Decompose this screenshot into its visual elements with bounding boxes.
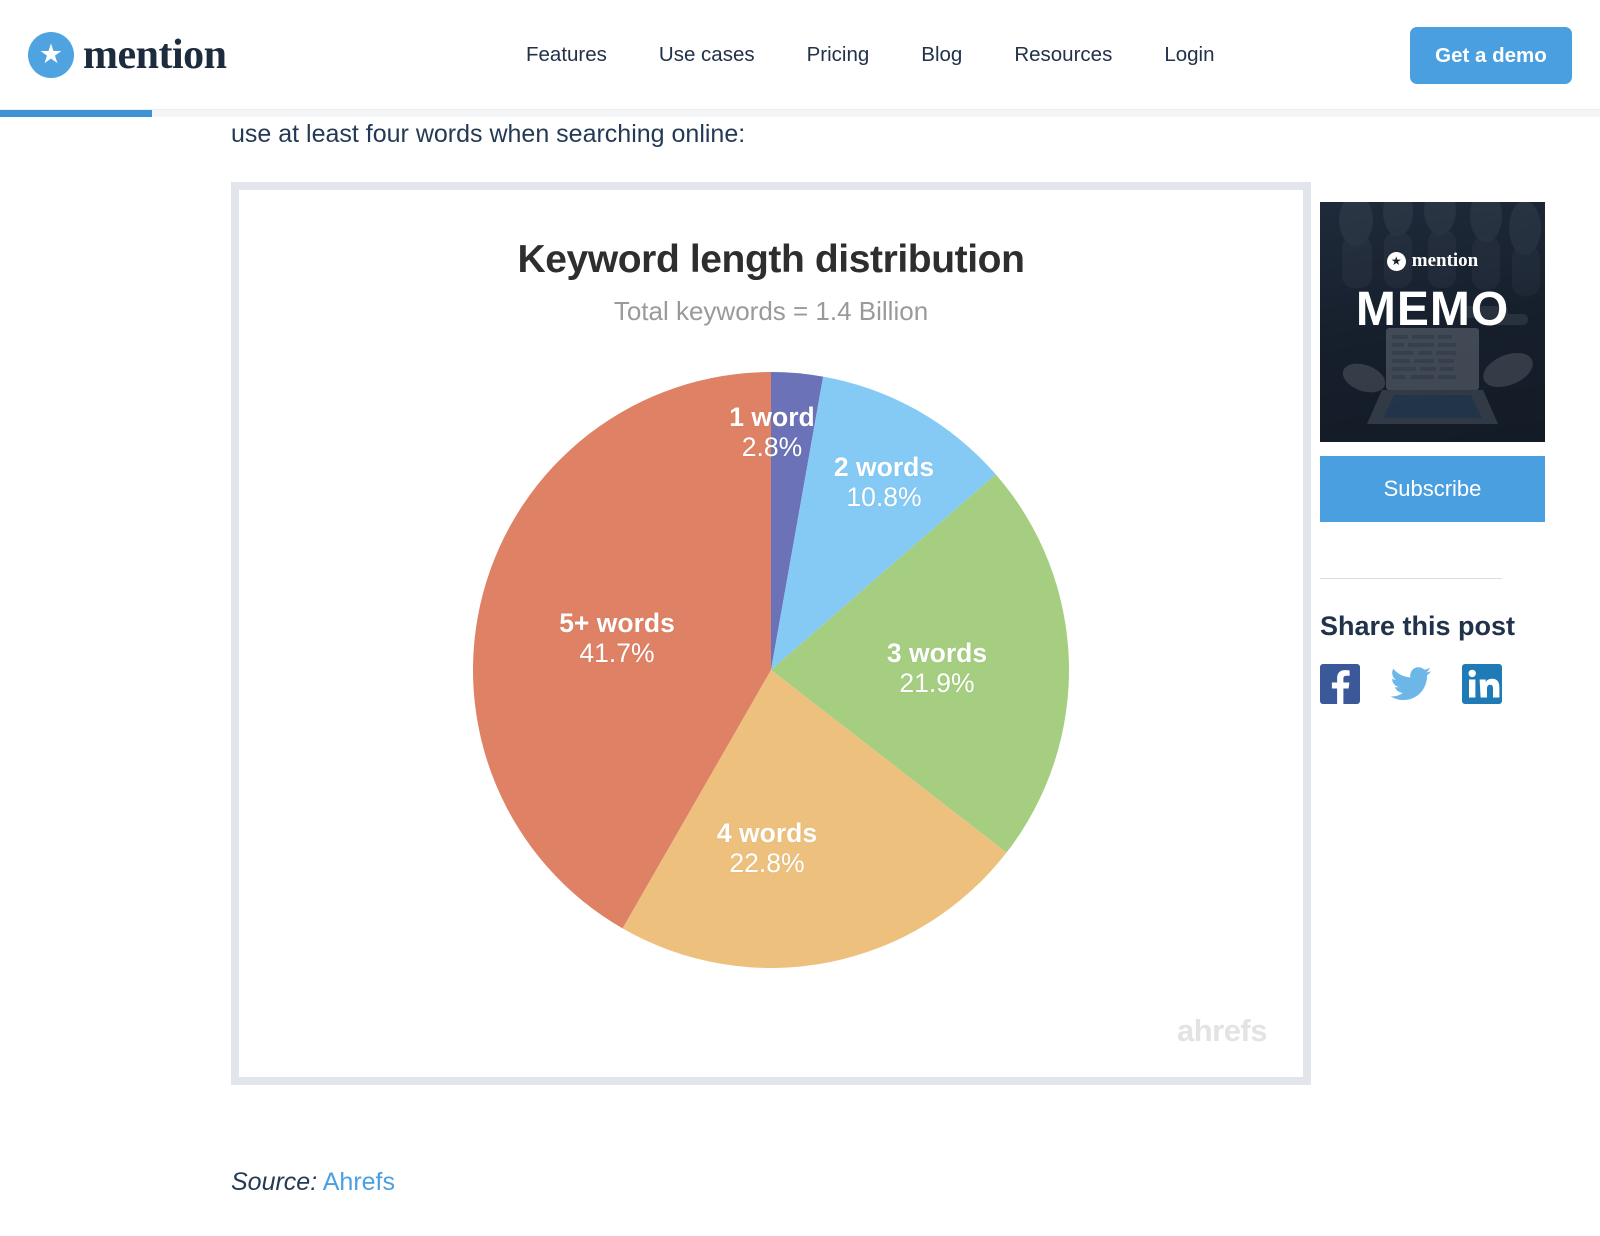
- sidebar: ★ mention MEMO Subscribe Share this post: [1320, 202, 1545, 704]
- get-a-demo-button[interactable]: Get a demo: [1410, 27, 1572, 84]
- site-header: ★ mention Features Use cases Pricing Blo…: [0, 0, 1600, 110]
- promo-title: MEMO: [1356, 282, 1509, 337]
- pie-chart-svg: [471, 370, 1071, 970]
- page-root: ★ mention Features Use cases Pricing Blo…: [0, 0, 1600, 1236]
- subscribe-button[interactable]: Subscribe: [1320, 456, 1545, 522]
- share-links-row: [1320, 664, 1545, 704]
- nav-item-use-cases[interactable]: Use cases: [633, 43, 781, 67]
- nav-item-resources[interactable]: Resources: [988, 43, 1138, 67]
- nav-item-features[interactable]: Features: [500, 43, 633, 67]
- nav-item-blog[interactable]: Blog: [895, 43, 988, 67]
- share-this-post-heading: Share this post: [1320, 611, 1545, 642]
- pie-chart: 1 word 2.8% 2 words 10.8% 3 words 21.9% …: [471, 370, 1071, 970]
- source-link-ahrefs[interactable]: Ahrefs: [323, 1168, 395, 1196]
- chart-figure: Keyword length distribution Total keywor…: [231, 182, 1311, 1085]
- star-badge-icon: ★: [28, 32, 74, 78]
- twitter-icon[interactable]: [1390, 664, 1432, 704]
- nav-item-login[interactable]: Login: [1138, 43, 1240, 67]
- chart-subtitle: Total keywords = 1.4 Billion: [239, 296, 1303, 327]
- linkedin-icon[interactable]: [1462, 664, 1502, 704]
- source-line: Source: Ahrefs: [231, 1168, 395, 1197]
- promo-overlay: ★ mention MEMO: [1320, 202, 1545, 442]
- main-navigation: Features Use cases Pricing Blog Resource…: [500, 0, 1241, 110]
- promo-brand-name: mention: [1412, 250, 1479, 272]
- brand-name: mention: [83, 31, 227, 79]
- chart-canvas: Keyword length distribution Total keywor…: [239, 190, 1303, 1077]
- ahrefs-watermark: ahrefs: [1177, 1013, 1267, 1049]
- promo-brand: ★ mention: [1387, 250, 1479, 272]
- article-paragraph: use at least four words when searching o…: [231, 116, 745, 152]
- nav-item-pricing[interactable]: Pricing: [781, 43, 896, 67]
- facebook-icon[interactable]: [1320, 664, 1360, 704]
- star-badge-icon: ★: [1387, 252, 1406, 271]
- sidebar-divider: [1320, 578, 1502, 579]
- brand-logo[interactable]: ★ mention: [28, 31, 227, 79]
- chart-title: Keyword length distribution: [239, 238, 1303, 282]
- reading-progress-fill: [0, 110, 152, 117]
- memo-promo-card[interactable]: ★ mention MEMO: [1320, 202, 1545, 442]
- source-label: Source:: [231, 1168, 317, 1196]
